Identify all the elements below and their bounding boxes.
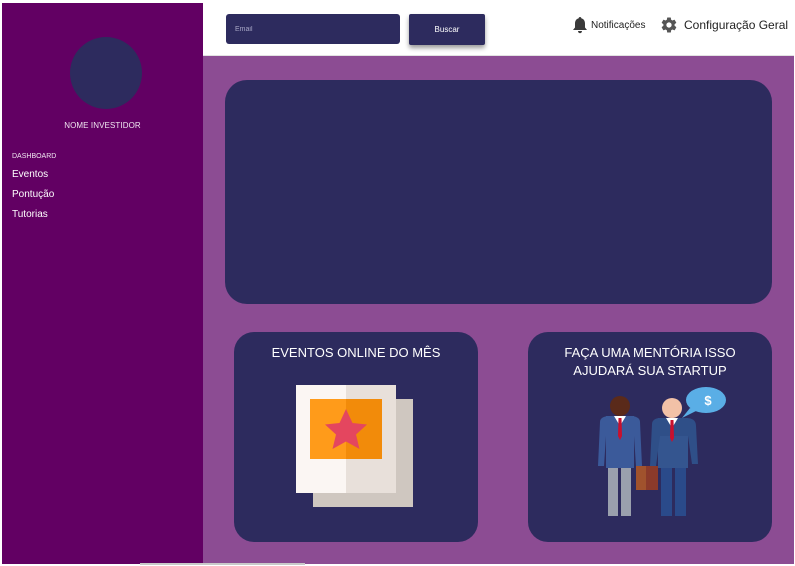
settings-button[interactable]: Configuração Geral	[660, 14, 788, 36]
gear-icon	[661, 17, 677, 33]
sidebar-section-dashboard[interactable]: DASHBOARD	[12, 153, 56, 160]
top-bar: Buscar Notificações Configuração Geral	[203, 3, 794, 56]
notifications-button[interactable]: Notificações	[572, 15, 645, 35]
main-content: EVENTOS ONLINE DO MÊS FAÇA UMA MENTÓRIA …	[203, 56, 794, 564]
avatar[interactable]	[70, 37, 142, 109]
settings-label: Configuração Geral	[684, 18, 789, 32]
online-events-title: EVENTOS ONLINE DO MÊS	[271, 345, 441, 360]
investor-name: NOME INVESTIDOR	[64, 121, 141, 130]
sidebar-item-pontuacao[interactable]: Pontução	[12, 189, 54, 200]
email-search-input[interactable]	[226, 14, 400, 44]
photo-star-icon	[296, 385, 413, 507]
mentorship-title: FAÇA UMA MENTÓRIA ISSO AJUDARÁ SUA START…	[564, 345, 736, 378]
mentorship-card[interactable]: FAÇA UMA MENTÓRIA ISSO AJUDARÁ SUA START…	[528, 332, 772, 542]
sidebar-item-eventos[interactable]: Eventos	[12, 169, 48, 180]
bell-icon	[573, 17, 587, 34]
banner-panel	[225, 80, 772, 304]
sidebar: NOME INVESTIDOR DASHBOARD Eventos Pontuç…	[2, 3, 203, 564]
search-button[interactable]: Buscar	[409, 14, 485, 45]
scroll-indicator	[140, 563, 305, 565]
sidebar-item-tutorias[interactable]: Tutorias	[12, 209, 48, 220]
app-frame: NOME INVESTIDOR DASHBOARD Eventos Pontuç…	[2, 3, 794, 564]
notifications-label: Notificações	[591, 19, 646, 31]
dollar-speech-bubble: $	[704, 393, 712, 408]
online-events-card[interactable]: EVENTOS ONLINE DO MÊS	[234, 332, 478, 542]
